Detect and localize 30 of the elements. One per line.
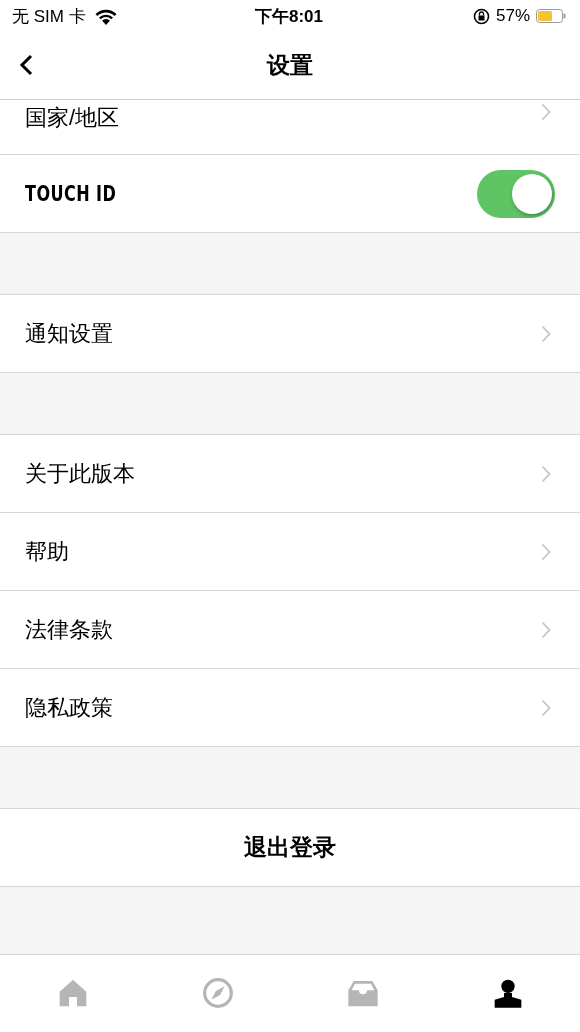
settings-row[interactable]: 帮助 — [0, 513, 580, 591]
wifi-icon — [93, 7, 118, 25]
row-label: 隐私政策 — [25, 693, 114, 722]
toggle-switch[interactable] — [477, 169, 555, 218]
settings-row[interactable]: 隐私政策 — [0, 669, 580, 747]
page-title: 设置 — [267, 51, 313, 80]
back-icon[interactable] — [18, 54, 34, 76]
settings-row[interactable]: 国家/地区 — [0, 100, 580, 155]
compass-icon[interactable] — [201, 976, 234, 1009]
row-label: TOUCH ID — [25, 181, 118, 206]
chevron-right-icon — [541, 542, 551, 561]
rotation-lock-icon — [472, 7, 490, 25]
row-label: 关于此版本 — [25, 459, 136, 488]
chevron-right-icon — [541, 620, 551, 639]
settings-row[interactable]: 关于此版本 — [0, 435, 580, 513]
chevron-right-icon — [541, 698, 551, 717]
row-label: 通知设置 — [25, 319, 114, 348]
row-label: 国家/地区 — [25, 104, 121, 132]
row-label: 帮助 — [25, 537, 70, 566]
chevron-right-icon — [541, 103, 551, 121]
chevron-right-icon — [541, 324, 551, 343]
settings-row[interactable]: 法律条款 — [0, 591, 580, 669]
row-label: 法律条款 — [25, 615, 114, 644]
battery-text: 57% — [495, 6, 530, 26]
chevron-right-icon — [541, 464, 551, 483]
logout-button[interactable]: 退出登录 — [244, 834, 336, 860]
clock-text: 下午8:01 — [255, 5, 323, 28]
carrier-text: 无 SIM 卡 — [12, 5, 86, 28]
settings-row[interactable]: 通知设置 — [0, 295, 580, 373]
battery-icon — [536, 9, 566, 23]
